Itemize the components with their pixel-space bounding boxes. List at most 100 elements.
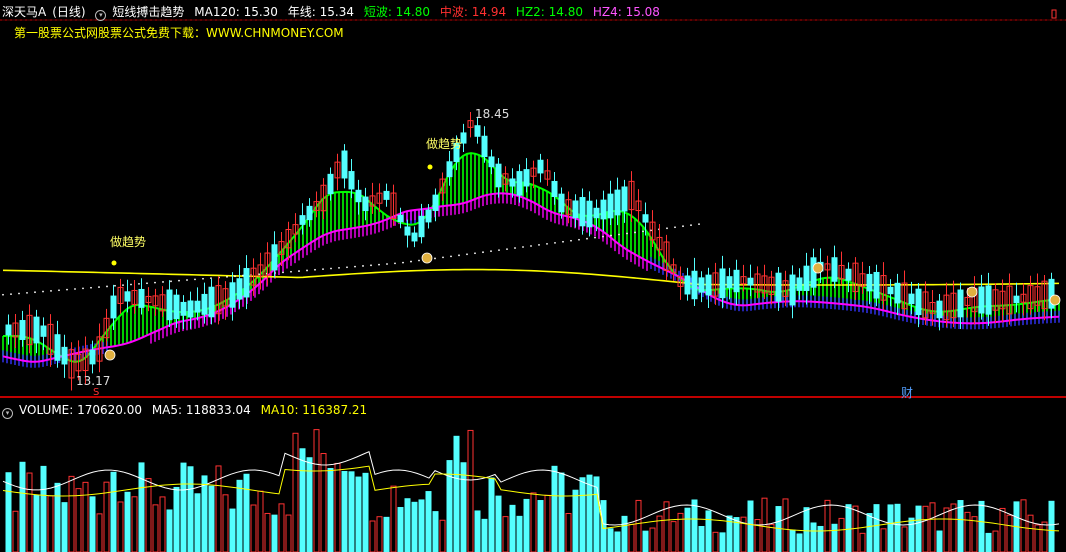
candle-body: [166, 289, 173, 321]
volume-bar: [908, 517, 915, 552]
volume-bar: [635, 499, 642, 552]
dotted-ma-point: [330, 267, 332, 270]
dropdown-circle-icon[interactable]: ▾: [95, 10, 107, 21]
candle-body: [54, 334, 61, 361]
dotted-ma-point: [434, 257, 436, 260]
volume-bar: [12, 510, 19, 552]
dotted-ma-point: [530, 245, 532, 247]
volume-bar: [362, 472, 369, 552]
volume-bar: [796, 533, 803, 552]
volume-bar: [313, 429, 320, 552]
volume-bar: [789, 529, 796, 552]
candle-body: [642, 214, 649, 223]
volume-bar: [579, 477, 586, 552]
dotted-ma-point: [18, 292, 20, 295]
dotted-ma-point: [194, 278, 196, 281]
trend-label-2: 做趋势: [426, 137, 463, 151]
dotted-ma-point: [594, 236, 596, 239]
dotted-ma-point: [618, 233, 620, 236]
volume-bar: [992, 530, 999, 552]
volume-bar: [159, 496, 166, 552]
volume-bar: [509, 504, 516, 552]
candle-body: [600, 199, 607, 220]
finance-marker[interactable]: 财: [901, 384, 913, 401]
dotted-ma-point: [42, 290, 44, 293]
volume-bar: [502, 516, 509, 552]
dotted-ma-point: [338, 266, 340, 269]
volume-bar: [61, 502, 68, 552]
volume-bar: [516, 515, 523, 552]
volume-bar: [152, 504, 159, 552]
vol-ma5-value: MA5: 118833.04: [151, 403, 251, 417]
volume-bar: [110, 471, 117, 552]
dotted-ma-point: [186, 279, 188, 281]
dropdown-circle-icon[interactable]: ▾: [2, 408, 13, 419]
candle-body: [593, 207, 600, 219]
volume-bar: [929, 502, 936, 552]
volume-bar: [264, 512, 271, 552]
stock-name[interactable]: 深天马A: [2, 5, 46, 19]
candle-body: [516, 171, 523, 196]
volume-bar: [712, 531, 719, 552]
volume-bar: [614, 531, 621, 552]
candle-body: [873, 271, 880, 299]
dotted-ma-point: [466, 253, 468, 256]
money-bag-icon: [812, 262, 824, 274]
volume-bar: [397, 507, 404, 552]
hz4-value: HZ4: 15.08: [592, 5, 660, 19]
candle-body: [572, 200, 579, 219]
dotted-ma-point: [418, 259, 420, 262]
candle-body: [446, 161, 453, 178]
volume-bar: [691, 499, 698, 552]
kline-chart[interactable]: [0, 0, 1066, 552]
volume-bar: [999, 507, 1006, 552]
volume-bar: [208, 485, 215, 552]
dotted-ma-point: [386, 263, 388, 265]
volume-bar: [201, 475, 208, 552]
volume-bar: [572, 489, 579, 552]
candle-body: [488, 156, 495, 168]
dotted-ma-point: [570, 239, 572, 242]
dotted-ma-point: [410, 260, 412, 263]
candle-body: [362, 196, 369, 212]
volume-bar: [593, 476, 600, 552]
dotted-ma-point: [66, 288, 68, 291]
candle-body: [432, 194, 439, 211]
volume-bar: [936, 530, 943, 552]
year-line-value: 年线: 15.34: [287, 5, 354, 19]
volume-bar: [831, 523, 838, 552]
volume-bar: [411, 501, 418, 552]
indicator-name[interactable]: 短线搏击趋势: [112, 5, 184, 19]
main-chart-header: 深天马A (日线) ▾ 短线搏击趋势 MA120: 15.30 年线: 15.34 …: [2, 2, 666, 22]
candle-body: [404, 226, 411, 236]
candle-body: [831, 257, 838, 282]
volume-bar: [530, 492, 537, 552]
volume-bar: [166, 509, 173, 552]
volume-bar: [236, 479, 243, 552]
dotted-ma-point: [226, 275, 228, 278]
volume-bar: [537, 500, 544, 552]
candle-body: [33, 316, 40, 344]
dotted-ma-point: [34, 291, 36, 294]
candle-body: [726, 276, 733, 289]
period-label[interactable]: (日线): [52, 5, 85, 19]
volume-bar: [600, 500, 607, 552]
volume-bar: [838, 517, 845, 552]
candle-body: [915, 288, 922, 316]
dotted-ma-point: [698, 223, 700, 226]
dotted-ma-point: [130, 283, 132, 286]
volume-bar: [1020, 499, 1027, 552]
volume-bar: [523, 498, 530, 552]
candle-body: [341, 150, 348, 179]
candle-body: [474, 125, 481, 137]
volume-bar: [19, 461, 26, 552]
dotted-ma-point: [322, 268, 324, 271]
dotted-ma-point: [378, 263, 380, 266]
candle-body: [887, 286, 894, 295]
volume-bar: [47, 495, 54, 552]
dotted-ma-point: [98, 286, 100, 288]
dotted-ma-point: [442, 256, 444, 259]
candle-body: [1013, 295, 1020, 304]
candle-body: [40, 325, 47, 337]
candle-body: [383, 190, 390, 200]
